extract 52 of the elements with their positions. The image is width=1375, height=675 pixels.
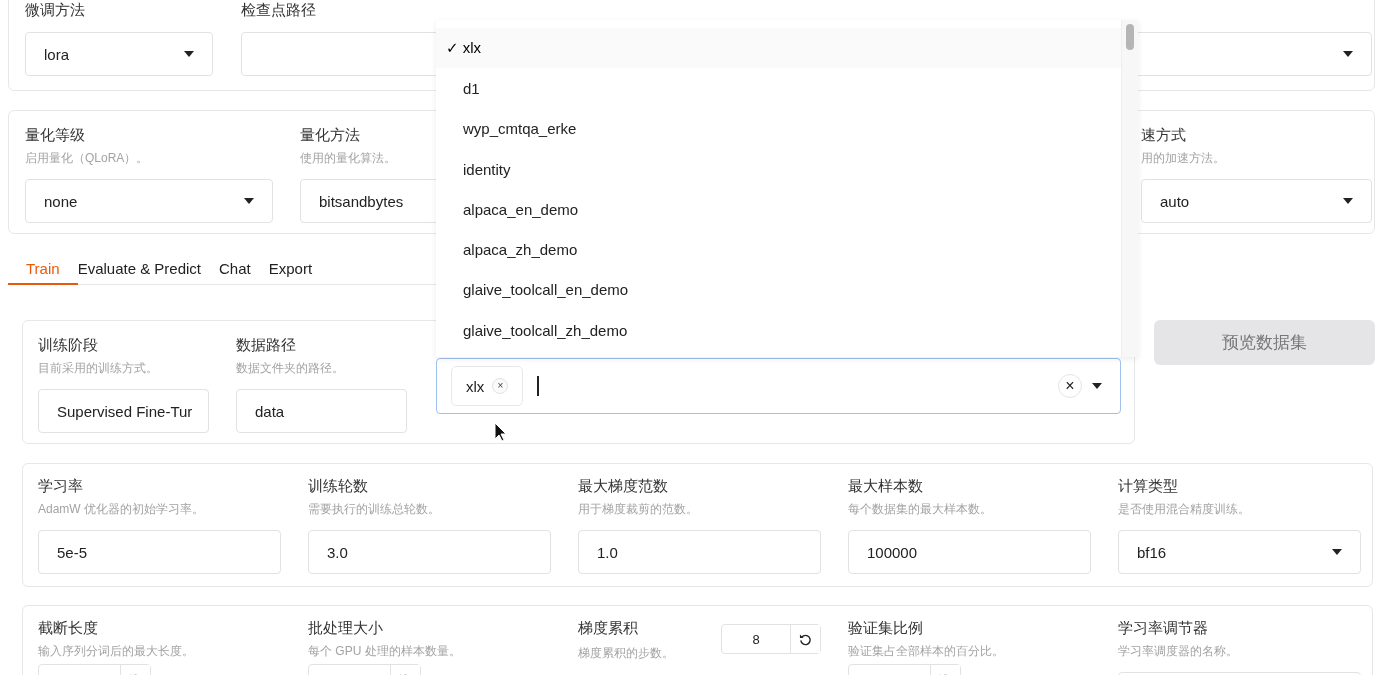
select-field[interactable]: none	[25, 179, 273, 223]
field-hint: 需要执行的训练总轮数。	[308, 501, 441, 517]
field-hint: 启用量化（QLoRA）。	[25, 150, 150, 166]
tab[interactable]: Train	[8, 254, 78, 285]
field-label: 量化等级	[25, 125, 85, 145]
field-hint: AdamW 优化器的初始学习率。	[38, 501, 205, 517]
tab[interactable]: Evaluate & Predict	[77, 254, 220, 285]
field-hint: 用于梯度裁剪的范数。	[578, 501, 699, 517]
dataset-multiselect[interactable]: xlx × ×	[436, 358, 1121, 414]
clear-button[interactable]: ×	[1058, 374, 1082, 398]
field-label: 速方式	[1141, 125, 1186, 145]
tab[interactable]: Export	[268, 254, 331, 285]
field-hint: 目前采用的训练方式。	[38, 360, 159, 376]
select-field[interactable]: bf16	[1118, 530, 1361, 574]
number-field[interactable]: 8	[721, 624, 821, 654]
input-field[interactable]: 5e-5	[38, 530, 281, 574]
field-label: 训练阶段	[38, 335, 98, 355]
field-hint: 学习率调度器的名称。	[1118, 643, 1239, 659]
chip-remove-button[interactable]: ×	[492, 378, 509, 394]
field-label: 学习率调节器	[1118, 618, 1208, 638]
field-hint: 数据文件夹的路径。	[236, 360, 345, 376]
field-label: 训练轮数	[308, 476, 368, 496]
field-hint: 每个数据集的最大样本数。	[848, 501, 993, 517]
tab[interactable]: Chat	[219, 254, 269, 285]
input-field[interactable]: 3.0	[308, 530, 551, 574]
select-field[interactable]: auto	[1141, 179, 1372, 223]
field-label: 微调方法	[25, 0, 85, 20]
field-label: 计算类型	[1118, 476, 1178, 496]
menu-item[interactable]: ✓ xlx	[436, 28, 1121, 69]
select-field[interactable]: lora	[25, 32, 213, 76]
field-hint: 梯度累积的步数。	[578, 645, 675, 661]
input-field[interactable]: 100000	[848, 530, 1091, 574]
field-label: 批处理大小	[308, 618, 383, 638]
field-hint: 输入序列分词后的最大长度。	[38, 643, 195, 659]
chip-label: xlx	[466, 377, 485, 395]
field-hint: 验证集占全部样本的百分比。	[848, 643, 1005, 659]
field-label: 学习率	[38, 476, 83, 496]
field-label: 检查点路径	[241, 0, 316, 20]
field-label: 量化方法	[300, 125, 360, 145]
input-field[interactable]: data	[236, 389, 407, 433]
field-hint: 用的加速方法。	[1141, 150, 1226, 166]
input-field[interactable]: 1.0	[578, 530, 821, 574]
field-hint: 使用的量化算法。	[300, 150, 397, 166]
field-hint: 每个 GPU 处理的样本数量。	[308, 643, 462, 659]
field-label: 最大样本数	[848, 476, 923, 496]
field-label: 验证集比例	[848, 618, 923, 638]
input-field[interactable]: Supervised Fine-Tur	[38, 389, 209, 433]
field-label: 数据路径	[236, 335, 296, 355]
field-label: 最大梯度范数	[578, 476, 668, 496]
field-hint: 是否使用混合精度训练。	[1118, 501, 1251, 517]
field-label: 梯度累积	[578, 618, 638, 638]
field-label: 截断长度	[38, 618, 98, 638]
